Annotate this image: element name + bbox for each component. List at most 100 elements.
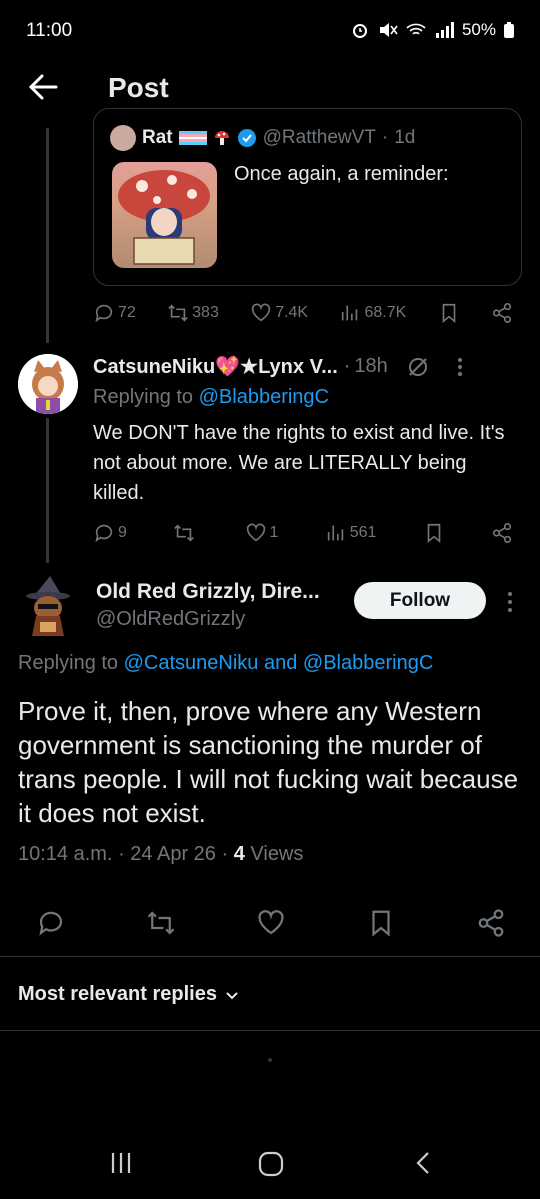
quote-time: 1d xyxy=(394,127,416,148)
quote-author-name: Rat xyxy=(142,127,173,148)
reply-icon xyxy=(95,304,113,323)
reply-button[interactable]: 72 xyxy=(93,302,136,324)
home-icon[interactable] xyxy=(257,1150,285,1178)
mute-icon xyxy=(379,23,398,37)
status-time: 11:00 xyxy=(26,20,73,41)
loading-dot xyxy=(268,1058,272,1062)
heart-icon xyxy=(251,303,271,322)
post-author-handle: @OldRedGrizzly xyxy=(96,608,246,630)
post-text: Prove it, then, prove where any Western … xyxy=(18,696,519,828)
quoted-post[interactable]: Rat @RatthewVT · 1d Once again, a remind… xyxy=(93,108,522,286)
grok-icon[interactable] xyxy=(406,355,430,379)
views-icon xyxy=(327,525,343,541)
bookmark-icon[interactable] xyxy=(366,908,396,938)
follow-button[interactable]: Follow xyxy=(354,582,486,619)
bookmark-icon xyxy=(442,303,455,324)
like-button[interactable]: 1 xyxy=(245,522,279,544)
recent-apps-icon[interactable] xyxy=(108,1150,134,1176)
replying-to: Replying to @CatsuneNiku and @Blabbering… xyxy=(18,652,433,675)
avatar[interactable] xyxy=(20,576,76,638)
post-author-name: Old Red Grizzly, Dire... xyxy=(96,580,320,603)
replying-to: Replying to @BlabberingC xyxy=(93,386,329,409)
separator-dot: · xyxy=(118,843,131,865)
chevron-down-icon xyxy=(226,991,238,999)
heart-icon[interactable] xyxy=(256,908,286,938)
bookmark-icon xyxy=(427,523,441,544)
reply-actions-bar: 9 1 561 xyxy=(93,518,513,548)
reply-button[interactable]: 9 xyxy=(93,522,127,544)
divider xyxy=(0,1030,540,1031)
like-count: 7.4K xyxy=(275,304,309,321)
more-options-icon[interactable] xyxy=(456,355,464,379)
status-icons: 50% xyxy=(350,20,514,40)
quote-text: Once again, a reminder: xyxy=(234,163,449,185)
repost-button[interactable] xyxy=(173,522,198,544)
thread-line xyxy=(46,128,49,343)
reply-icon[interactable] xyxy=(36,908,66,938)
share-icon xyxy=(492,523,512,543)
post-date: 24 Apr 26 xyxy=(130,843,216,865)
like-button[interactable]: 7.4K xyxy=(250,302,308,324)
repost-icon[interactable] xyxy=(146,908,176,938)
battery-percent: 50% xyxy=(461,20,496,39)
like-count: 1 xyxy=(269,524,279,541)
bookmark-button[interactable] xyxy=(438,302,460,324)
back-arrow-icon[interactable] xyxy=(26,70,60,104)
quote-header: Rat @RatthewVT · 1d xyxy=(110,125,415,151)
bookmark-button[interactable] xyxy=(423,522,445,544)
post-time: 10:14 a.m. xyxy=(18,843,113,865)
replying-prefix: Replying to xyxy=(18,652,119,674)
replying-to-link[interactable]: @BlabberingC xyxy=(199,386,329,408)
share-icon[interactable] xyxy=(476,908,506,938)
verified-badge-icon xyxy=(237,129,256,147)
share-button[interactable] xyxy=(491,522,513,544)
sort-replies-label: Most relevant replies xyxy=(18,983,217,1005)
reply-count: 9 xyxy=(118,524,127,541)
repost-icon xyxy=(168,304,188,322)
heart-icon xyxy=(246,523,265,542)
post-actions-bar xyxy=(36,906,506,940)
views-count: 561 xyxy=(349,524,377,541)
thread-line xyxy=(46,418,49,563)
more-options-icon[interactable] xyxy=(500,588,520,616)
post-metadata: 10:14 a.m. · 24 Apr 26 · 4 Views xyxy=(18,843,303,866)
back-icon[interactable] xyxy=(412,1150,436,1176)
system-navigation-bar xyxy=(0,1130,540,1199)
repost-count: 383 xyxy=(192,304,219,321)
signal-icon xyxy=(435,22,454,38)
views-button[interactable]: 561 xyxy=(325,522,377,544)
reply-icon xyxy=(95,524,113,543)
reply-time: 18h xyxy=(354,355,388,377)
reply-count: 72 xyxy=(118,304,136,321)
page-title: Post xyxy=(108,72,169,103)
separator-dot: · xyxy=(381,127,389,148)
replying-to-link[interactable]: @CatsuneNiku and @BlabberingC xyxy=(124,652,434,674)
mushroom-icon xyxy=(214,131,229,145)
trans-flag-icon xyxy=(178,131,207,145)
alarm-icon xyxy=(352,24,367,38)
share-button[interactable] xyxy=(491,302,513,324)
reply-header: CatsuneNiku💖★Lynx V... · 18h xyxy=(93,354,523,379)
views-button[interactable]: 68.7K xyxy=(339,302,406,324)
wifi-icon xyxy=(406,23,426,35)
repost-button[interactable]: 383 xyxy=(167,302,219,324)
views-count: 68.7K xyxy=(364,304,407,321)
avatar xyxy=(110,125,136,151)
reply-author-name: CatsuneNiku💖★Lynx V... xyxy=(93,356,338,378)
avatar[interactable] xyxy=(18,354,78,414)
divider xyxy=(0,956,540,957)
replying-prefix: Replying to xyxy=(93,386,194,408)
views-label: Views xyxy=(250,843,304,865)
wizard-bear-avatar-illustration xyxy=(26,576,70,636)
views-count: 4 xyxy=(233,843,245,865)
separator-dot: · xyxy=(343,355,351,377)
quote-actions-bar: 72 383 7.4K 68.7K xyxy=(93,298,513,328)
mushroom-character-illustration xyxy=(118,170,210,265)
sort-replies-dropdown[interactable]: Most relevant replies xyxy=(18,983,241,1006)
status-bar: 11:00 50% xyxy=(0,0,540,62)
battery-icon xyxy=(504,22,514,38)
separator-dot: · xyxy=(221,843,234,865)
quote-author-handle: @RatthewVT xyxy=(262,127,376,148)
catgirl-avatar-illustration xyxy=(18,354,78,414)
quote-image[interactable] xyxy=(112,162,217,268)
